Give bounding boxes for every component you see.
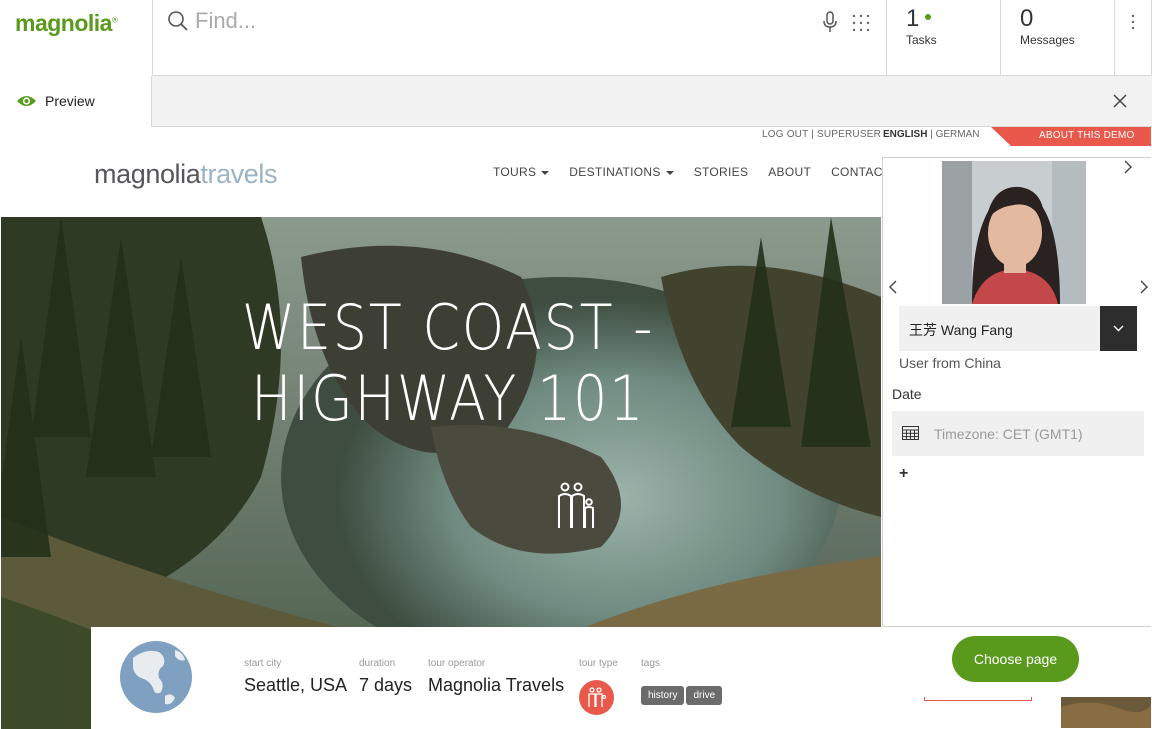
persona-avatar — [942, 161, 1086, 304]
more-menu-button[interactable] — [1114, 0, 1152, 76]
persona-dropdown-toggle[interactable] — [1100, 306, 1137, 351]
tasks-count: 1 — [906, 5, 920, 32]
language-switcher[interactable]: ENGLISH | GERMAN — [883, 129, 980, 140]
lang-english[interactable]: ENGLISH — [883, 129, 927, 140]
tasks-button[interactable]: 1 Tasks — [886, 0, 1000, 76]
nav-tours[interactable]: TOURS — [493, 165, 550, 179]
utility-nav[interactable]: LOG OUT | SUPERUSER — [762, 129, 881, 140]
duration: duration 7 days — [359, 658, 413, 695]
search-icon[interactable] — [167, 10, 189, 32]
chevron-left-icon[interactable] — [888, 280, 898, 294]
tasks-indicator-dot — [925, 14, 931, 20]
nav-destinations[interactable]: DESTINATIONS — [569, 165, 674, 179]
more-vertical-icon — [1131, 14, 1135, 30]
lang-german[interactable]: GERMAN — [936, 129, 980, 140]
messages-count: 0 — [1020, 5, 1034, 32]
add-button[interactable]: + — [899, 465, 908, 483]
logo-cell[interactable]: magnolia® — [0, 0, 153, 76]
start-city: start city Seattle, USA — [244, 658, 348, 695]
tag-history[interactable]: history — [641, 686, 685, 705]
tasks-label: Tasks — [906, 33, 937, 47]
tags-label: tags — [641, 658, 660, 669]
date-field[interactable]: Timezone: CET (GMT1) — [892, 411, 1144, 456]
personalization-panel: 王芳 Wang Fang User from China Date Timezo… — [882, 157, 1151, 627]
messages-label: Messages — [1020, 33, 1075, 47]
preview-label: Preview — [45, 93, 95, 109]
search-bar — [153, 0, 886, 76]
tour-operator: tour operator Magnolia Travels — [428, 658, 565, 695]
date-label: Date — [892, 386, 922, 402]
persona-select[interactable]: 王芳 Wang Fang — [899, 306, 1137, 351]
calendar-icon[interactable] — [902, 426, 919, 440]
eye-icon — [17, 96, 36, 106]
search-input[interactable] — [195, 6, 795, 36]
tag-list: history drive — [641, 685, 724, 705]
about-demo-label[interactable]: ABOUT THIS DEMO — [1039, 130, 1134, 141]
book-tour-underline — [924, 697, 1032, 701]
nav-about[interactable]: ABOUT — [768, 165, 811, 179]
tour-type-label: tour type — [579, 658, 618, 669]
timezone-placeholder: Timezone: CET (GMT1) — [934, 426, 1083, 442]
tour-type-family-icon[interactable] — [579, 680, 614, 715]
globe-icon — [120, 641, 192, 713]
tag-drive[interactable]: drive — [686, 686, 723, 705]
preview-tab[interactable]: Preview — [0, 76, 152, 128]
tour-info-bar: start city Seattle, USA duration 7 days … — [91, 627, 1032, 729]
family-icon — [558, 482, 594, 528]
magnolia-logo[interactable]: magnolia® — [15, 10, 118, 37]
background-image-edge — [1061, 697, 1151, 728]
main-nav: TOURS DESTINATIONS STORIES ABOUT CONTACT — [493, 165, 890, 179]
microphone-icon[interactable] — [821, 11, 839, 33]
persona-name: 王芳 Wang Fang — [909, 322, 1013, 338]
preview-toolbar — [0, 76, 1152, 127]
close-icon[interactable] — [1112, 93, 1128, 109]
persona-description: User from China — [899, 355, 1001, 371]
lang-separator: | — [927, 129, 936, 140]
chevron-right-icon[interactable] — [1123, 160, 1133, 174]
app-launcher-icon[interactable] — [851, 13, 871, 33]
chevron-right-icon[interactable] — [1139, 280, 1149, 294]
hero-title: WEST COAST - HIGHWAY 101 — [241, 291, 655, 435]
magnolia-travels-logo[interactable]: magnoliatravels — [94, 159, 278, 190]
nav-stories[interactable]: STORIES — [694, 165, 749, 179]
chevron-down-icon — [1113, 325, 1124, 332]
choose-page-button[interactable]: Choose page — [952, 636, 1079, 682]
messages-button[interactable]: 0 Messages — [1000, 0, 1114, 76]
